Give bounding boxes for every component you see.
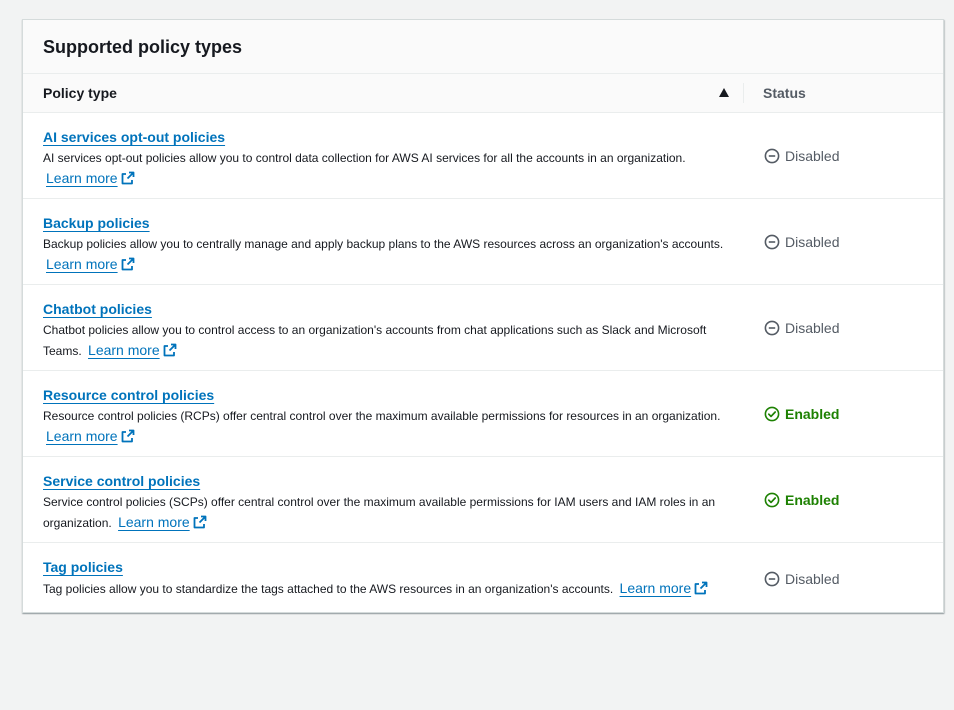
table-row: Tag policies Tag policies allow you to s… (23, 543, 943, 614)
status-cell: Enabled (743, 371, 839, 456)
learn-more-label: Learn more (46, 170, 118, 186)
policy-description-text: Backup policies allow you to centrally m… (43, 237, 724, 251)
policy-description: Resource control policies (RCPs) offer c… (43, 406, 743, 448)
policy-link-resource-control[interactable]: Resource control policies (43, 387, 214, 404)
status-text: Disabled (785, 147, 840, 164)
external-link-icon (193, 514, 207, 534)
policy-link-chatbot[interactable]: Chatbot policies (43, 301, 152, 318)
table-row: AI services opt-out policies AI services… (23, 113, 943, 199)
learn-more-label: Learn more (88, 342, 160, 358)
status-enabled-icon (764, 406, 780, 422)
external-link-icon (121, 428, 135, 448)
policy-description-text: Resource control policies (RCPs) offer c… (43, 409, 721, 423)
learn-more-link[interactable]: Learn more (88, 342, 177, 358)
status-text: Disabled (785, 233, 840, 250)
learn-more-label: Learn more (118, 514, 190, 530)
policy-description-text: Tag policies allow you to standardize th… (43, 582, 614, 596)
status-disabled-icon (764, 234, 780, 250)
policy-description: AI services opt-out policies allow you t… (43, 148, 743, 190)
supported-policy-types-panel: Supported policy types Policy type Statu… (22, 19, 944, 613)
policy-link-backup[interactable]: Backup policies (43, 215, 150, 232)
panel-title: Supported policy types (43, 37, 243, 57)
status-enabled-icon (764, 492, 780, 508)
learn-more-link[interactable]: Learn more (46, 428, 135, 444)
status-disabled-icon (764, 571, 780, 587)
status-cell: Disabled (743, 285, 839, 370)
policy-cell: Chatbot policies Chatbot policies allow … (23, 285, 743, 370)
column-header-policy-type-label: Policy type (43, 85, 117, 101)
policy-link-tag[interactable]: Tag policies (43, 559, 123, 576)
sort-ascending-icon[interactable] (719, 88, 729, 97)
policy-cell: Service control policies Service control… (23, 457, 743, 542)
status-text: Disabled (785, 319, 840, 336)
policy-cell: Tag policies Tag policies allow you to s… (23, 543, 743, 614)
policy-link-service-control[interactable]: Service control policies (43, 473, 200, 490)
learn-more-link[interactable]: Learn more (118, 514, 207, 530)
status-text: Disabled (785, 570, 840, 587)
column-header-policy-type[interactable]: Policy type (23, 74, 743, 112)
status-cell: Disabled (743, 113, 839, 198)
status-cell: Disabled (743, 543, 839, 614)
column-header-status: Status (763, 85, 806, 101)
table-header: Policy type Status (23, 74, 943, 113)
policy-cell: Resource control policies Resource contr… (23, 371, 743, 456)
policy-cell: Backup policies Backup policies allow yo… (23, 199, 743, 284)
external-link-icon (694, 580, 708, 600)
policy-description: Backup policies allow you to centrally m… (43, 234, 743, 276)
status-disabled-icon (764, 148, 780, 164)
learn-more-link[interactable]: Learn more (46, 256, 135, 272)
table-row: Resource control policies Resource contr… (23, 371, 943, 457)
table-row: Service control policies Service control… (23, 457, 943, 543)
learn-more-label: Learn more (46, 428, 118, 444)
table-body: AI services opt-out policies AI services… (23, 113, 943, 614)
status-disabled-icon (764, 320, 780, 336)
policy-link-ai-services-opt-out[interactable]: AI services opt-out policies (43, 129, 225, 146)
status-cell: Disabled (743, 199, 839, 284)
policy-description: Service control policies (SCPs) offer ce… (43, 492, 743, 534)
policy-description: Tag policies allow you to standardize th… (43, 578, 743, 600)
status-text: Enabled (785, 405, 840, 422)
panel-header: Supported policy types (23, 20, 943, 74)
policy-cell: AI services opt-out policies AI services… (23, 113, 743, 198)
external-link-icon (163, 342, 177, 362)
learn-more-label: Learn more (46, 256, 118, 272)
status-text: Enabled (785, 491, 840, 508)
external-link-icon (121, 170, 135, 190)
status-cell: Enabled (743, 457, 839, 542)
policy-description-text: AI services opt-out policies allow you t… (43, 151, 686, 165)
table-row: Chatbot policies Chatbot policies allow … (23, 285, 943, 371)
policy-description: Chatbot policies allow you to control ac… (43, 320, 743, 362)
external-link-icon (121, 256, 135, 276)
learn-more-link[interactable]: Learn more (620, 580, 709, 596)
learn-more-label: Learn more (619, 580, 692, 596)
table-row: Backup policies Backup policies allow yo… (23, 199, 943, 285)
learn-more-link[interactable]: Learn more (46, 170, 135, 186)
